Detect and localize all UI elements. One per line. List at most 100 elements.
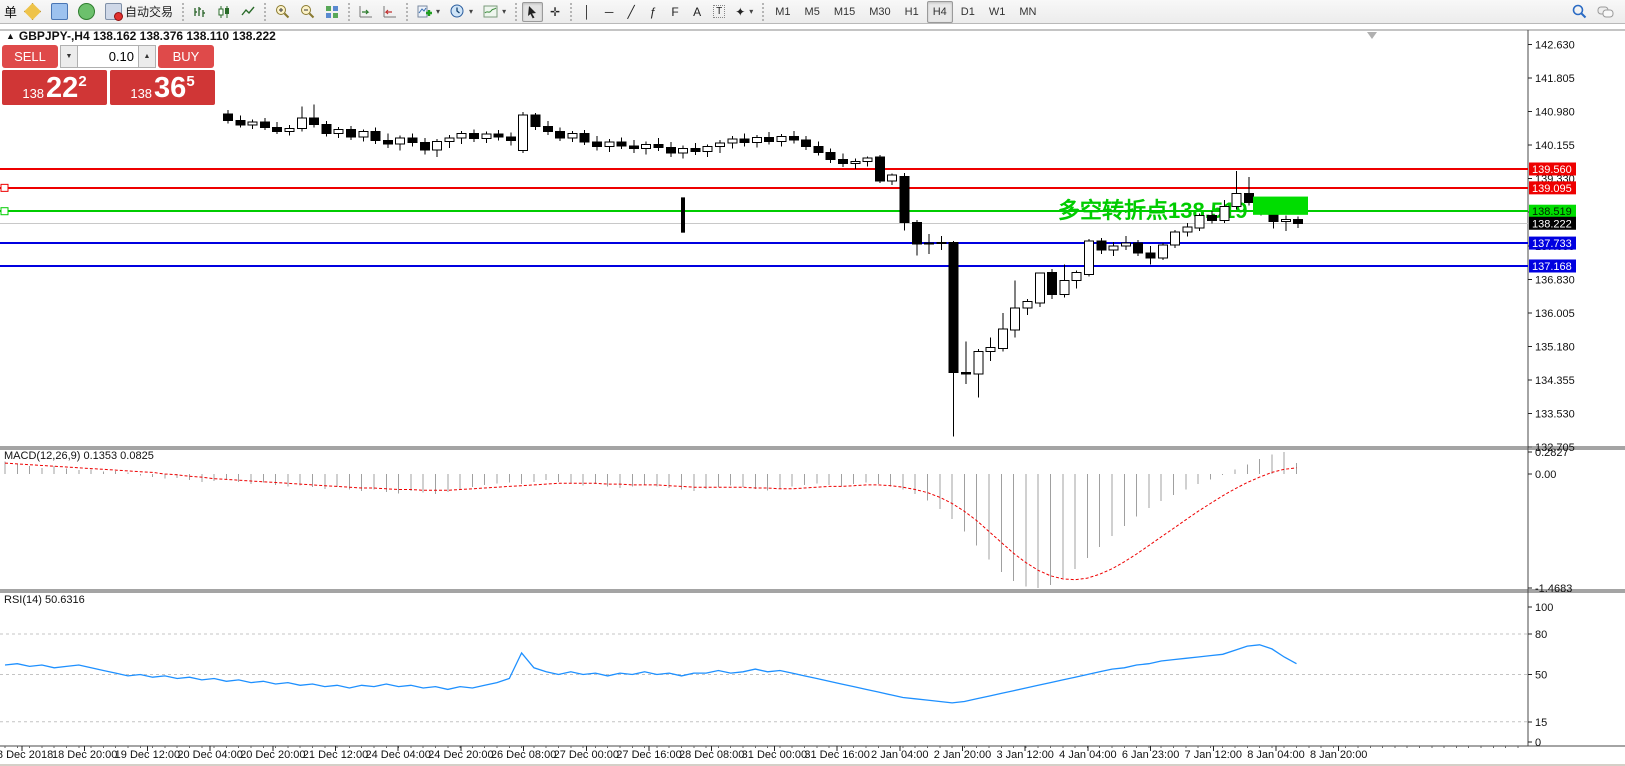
search-button[interactable] bbox=[1568, 2, 1591, 22]
volume-down-button[interactable]: ▼ bbox=[60, 45, 78, 68]
price-axis-label: 134.355 bbox=[1535, 375, 1575, 387]
volume-stepper: ▼ ▲ bbox=[60, 45, 156, 68]
vline-tool-button[interactable]: │ bbox=[577, 2, 597, 22]
cursor-tool-button[interactable] bbox=[522, 2, 543, 22]
sell-price-button[interactable]: 138 22 2 bbox=[2, 70, 107, 105]
chart-canvas[interactable]: 18 Dec 201818 Dec 20:0019 Dec 12:0020 De… bbox=[0, 0, 1625, 766]
candle bbox=[1097, 241, 1106, 250]
template-icon bbox=[483, 4, 498, 19]
hline-icon: ─ bbox=[605, 5, 614, 19]
candle bbox=[494, 134, 503, 137]
dropdown-caret-icon: ▾ bbox=[436, 7, 440, 16]
trendline-tool-button[interactable]: ╱ bbox=[621, 2, 641, 22]
candlestick-button[interactable] bbox=[213, 2, 235, 22]
navigator-icon bbox=[78, 3, 95, 20]
periods-button[interactable]: ▾ bbox=[446, 2, 477, 22]
time-axis-label: 18 Dec 20:00 bbox=[52, 749, 117, 761]
new-order-button[interactable] bbox=[20, 2, 45, 22]
candle bbox=[900, 177, 909, 223]
chart-shift-button[interactable] bbox=[379, 2, 401, 22]
text-tool-button[interactable]: A bbox=[687, 2, 707, 22]
auto-scroll-button[interactable] bbox=[355, 2, 377, 22]
volume-input[interactable] bbox=[78, 45, 138, 68]
candle bbox=[617, 142, 626, 146]
channel-tool-button[interactable]: F bbox=[665, 2, 685, 22]
bar-chart-button[interactable] bbox=[189, 2, 211, 22]
candle bbox=[1183, 227, 1192, 232]
candle bbox=[765, 137, 774, 141]
collapse-panel-icon[interactable]: ▲ bbox=[6, 31, 15, 41]
candle bbox=[740, 139, 749, 143]
time-axis-label: 2 Jan 04:00 bbox=[871, 749, 929, 761]
candle bbox=[445, 138, 454, 141]
symbol-header: ▲ GBPJPY-,H4 138.162 138.376 138.110 138… bbox=[6, 29, 276, 43]
vline-icon: │ bbox=[583, 5, 591, 19]
toolbar-separator bbox=[570, 3, 572, 21]
timeframe-m15[interactable]: M15 bbox=[828, 1, 861, 23]
navigator-button[interactable] bbox=[74, 2, 99, 22]
time-axis-label: 4 Jan 04:00 bbox=[1059, 749, 1117, 761]
time-axis-label: 8 Jan 04:00 bbox=[1247, 749, 1305, 761]
candle bbox=[703, 146, 712, 151]
candle bbox=[1146, 253, 1155, 258]
timeframe-h4[interactable]: H4 bbox=[927, 1, 953, 23]
volume-up-button[interactable]: ▲ bbox=[138, 45, 156, 68]
time-axis-label: 24 Dec 20:00 bbox=[428, 749, 493, 761]
timeframe-m1[interactable]: M1 bbox=[769, 1, 796, 23]
one-click-trading-panel: SELL ▼ ▲ BUY 138 22 2 138 36 5 bbox=[2, 45, 218, 105]
buy-price-button[interactable]: 138 36 5 bbox=[110, 70, 215, 105]
crosshair-icon: ✛ bbox=[550, 5, 560, 19]
line-drag-handle[interactable] bbox=[1, 208, 8, 215]
candle bbox=[925, 243, 934, 244]
price-axis-label: 142.630 bbox=[1535, 40, 1575, 52]
highlight-box[interactable] bbox=[1253, 197, 1308, 215]
market-watch-button[interactable] bbox=[47, 2, 72, 22]
candle bbox=[248, 122, 257, 125]
shapes-tool-button[interactable]: ✦ ▾ bbox=[731, 2, 757, 22]
toolbar-separator bbox=[515, 3, 517, 21]
candle bbox=[605, 142, 614, 146]
candle bbox=[1171, 232, 1180, 245]
candle bbox=[260, 122, 269, 128]
timeframe-m30[interactable]: M30 bbox=[863, 1, 896, 23]
candle bbox=[986, 347, 995, 351]
time-axis-label: 6 Jan 23:00 bbox=[1122, 749, 1180, 761]
timeframe-w1[interactable]: W1 bbox=[983, 1, 1012, 23]
candle bbox=[1195, 216, 1204, 228]
autotrading-button[interactable]: 自动交易 bbox=[101, 2, 177, 22]
chat-button[interactable] bbox=[1593, 2, 1618, 22]
timeframe-mn[interactable]: MN bbox=[1013, 1, 1042, 23]
label-tool-button[interactable]: T bbox=[709, 2, 729, 22]
candle bbox=[1244, 193, 1253, 202]
templates-button[interactable]: ▾ bbox=[479, 2, 510, 22]
tile-windows-button[interactable] bbox=[321, 2, 343, 22]
time-axis-label: 7 Jan 12:00 bbox=[1185, 749, 1243, 761]
candle bbox=[347, 129, 356, 137]
dropdown-caret-icon: ▾ bbox=[502, 7, 506, 16]
timeframe-h1[interactable]: H1 bbox=[899, 1, 925, 23]
timeframe-d1[interactable]: D1 bbox=[955, 1, 981, 23]
crosshair-tool-button[interactable]: ✛ bbox=[545, 2, 565, 22]
indicators-button[interactable]: ▾ bbox=[413, 2, 444, 22]
menu-fragment[interactable]: 单 bbox=[4, 2, 17, 21]
candle bbox=[273, 128, 282, 132]
toolbar-separator bbox=[762, 3, 764, 21]
time-axis-label: 27 Dec 16:00 bbox=[616, 749, 681, 761]
line-price-label: 138.222 bbox=[1532, 218, 1572, 230]
candle bbox=[629, 146, 638, 149]
candle bbox=[789, 137, 798, 141]
time-axis-label: 18 Dec 2018 bbox=[0, 749, 53, 761]
candle bbox=[802, 140, 811, 146]
hline-tool-button[interactable]: ─ bbox=[599, 2, 619, 22]
line-drag-handle[interactable] bbox=[1, 184, 8, 191]
zoom-out-button[interactable] bbox=[296, 2, 319, 22]
line-chart-button[interactable] bbox=[237, 2, 259, 22]
fibonacci-tool-button[interactable]: ƒ bbox=[643, 2, 663, 22]
sell-button[interactable]: SELL bbox=[2, 45, 58, 68]
macd-axis-label: 0.00 bbox=[1535, 469, 1556, 481]
buy-button[interactable]: BUY bbox=[158, 45, 214, 68]
macd-axis-label: -1.4683 bbox=[1535, 583, 1572, 595]
toolbar-separator bbox=[348, 3, 350, 21]
timeframe-m5[interactable]: M5 bbox=[799, 1, 826, 23]
zoom-in-button[interactable] bbox=[271, 2, 294, 22]
